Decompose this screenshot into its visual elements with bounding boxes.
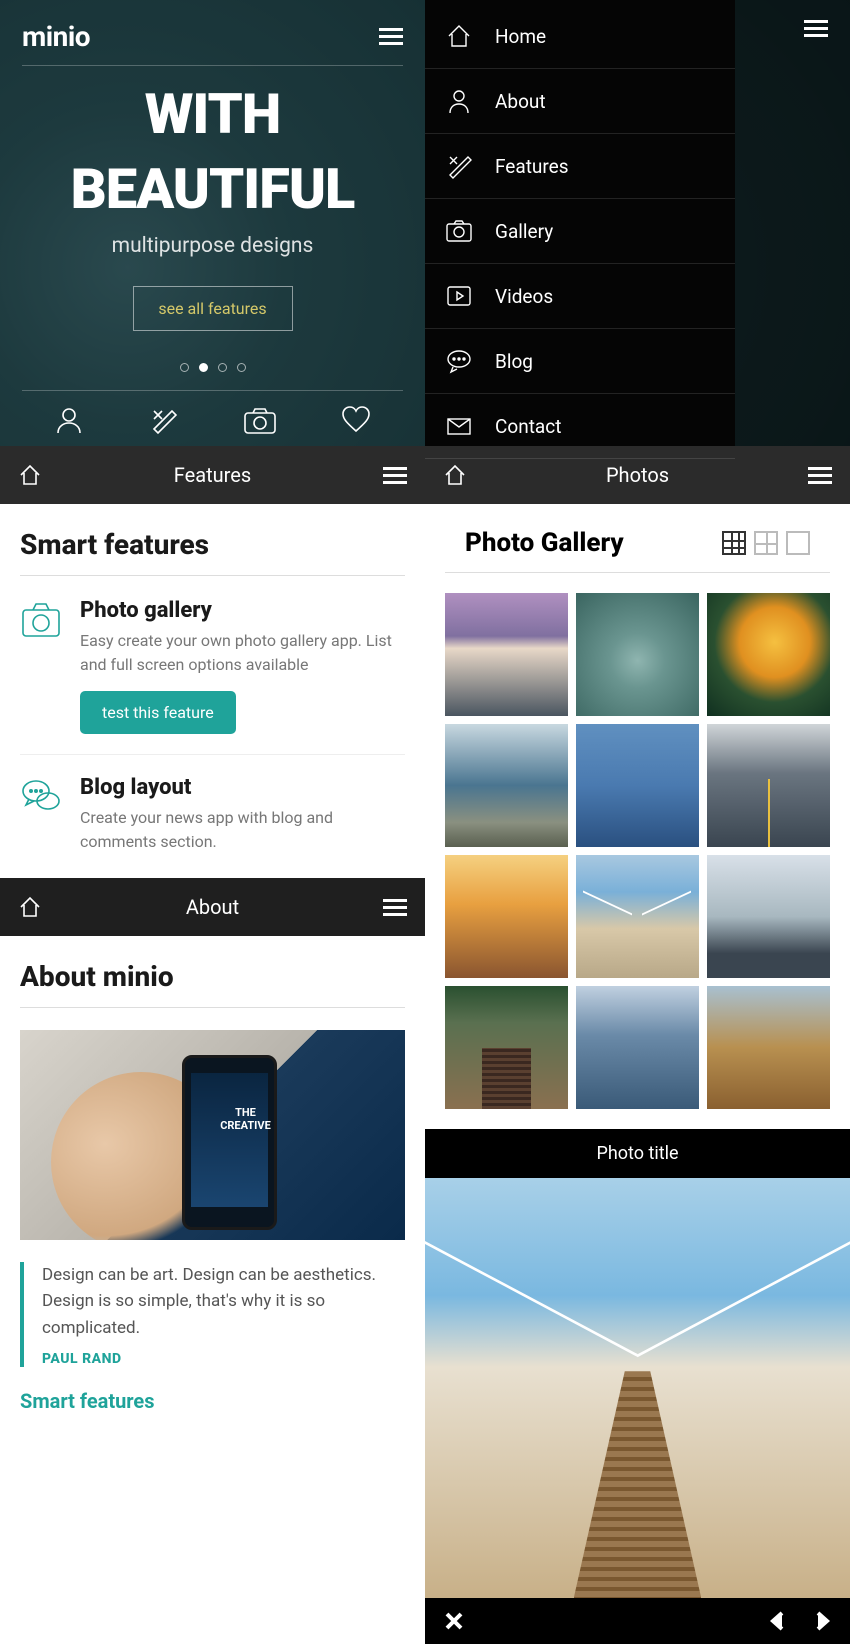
nav-home[interactable]: Home [425, 4, 735, 69]
nav-label: Home [495, 25, 546, 48]
bar-title: Features [174, 463, 251, 487]
hero-subtitle: multipurpose designs [22, 234, 403, 258]
test-feature-button[interactable]: test this feature [80, 691, 236, 734]
logo[interactable]: minio [22, 20, 90, 53]
hero-headline-1: WITH [22, 88, 403, 141]
nav-features[interactable]: Features [425, 134, 735, 199]
about-bar: About [0, 878, 425, 936]
feature-desc: Easy create your own photo gallery app. … [80, 629, 405, 677]
features-heading: Smart features [20, 528, 405, 576]
gallery-thumb[interactable] [707, 855, 830, 978]
hero-headline-2: BEAUTIFUL [22, 163, 403, 216]
home-icon[interactable] [443, 463, 467, 487]
nav-label: Gallery [495, 220, 553, 243]
quote-text: Design can be art. Design can be aesthet… [42, 1262, 405, 1341]
chevron-right-icon[interactable] [814, 1610, 832, 1632]
lightbox-title: Photo title [425, 1129, 850, 1178]
feature-title: Blog layout [80, 775, 405, 800]
gallery-thumb[interactable] [445, 724, 568, 847]
nav-videos[interactable]: Videos [425, 264, 735, 329]
hero-with-drawer: Home About Features Gallery Videos Blog … [425, 0, 850, 446]
gallery-thumb[interactable] [707, 593, 830, 716]
menu-icon[interactable] [383, 899, 407, 916]
see-features-button[interactable]: see all features [133, 286, 293, 331]
feature-title: Photo gallery [80, 598, 405, 623]
close-icon[interactable] [443, 1610, 465, 1632]
nav-label: Videos [495, 285, 553, 308]
home-icon[interactable] [18, 895, 42, 919]
feature-desc: Create your news app with blog and comme… [80, 806, 405, 854]
chevron-left-icon[interactable] [768, 1610, 786, 1632]
nav-label: About [495, 90, 546, 113]
smart-features-link[interactable]: Smart features [20, 1389, 155, 1413]
menu-icon[interactable] [804, 20, 828, 37]
grid-2-icon[interactable] [754, 531, 778, 555]
nav-label: Features [495, 155, 569, 178]
nav-gallery[interactable]: Gallery [425, 199, 735, 264]
bar-title: Photos [606, 463, 669, 487]
grid-3-icon[interactable] [722, 531, 746, 555]
gallery-thumb[interactable] [576, 986, 699, 1109]
nav-label: Blog [495, 350, 533, 373]
gallery-header: Photo Gallery [445, 504, 830, 573]
camera-icon [20, 598, 62, 640]
grid-1-icon[interactable] [786, 531, 810, 555]
bar-title: About [186, 895, 239, 919]
menu-icon[interactable] [379, 28, 403, 45]
pencil-ruler-icon[interactable] [148, 405, 178, 435]
gallery-grid [425, 573, 850, 1129]
gallery-thumb[interactable] [707, 724, 830, 847]
heart-icon[interactable] [341, 405, 371, 435]
person-icon[interactable] [54, 405, 84, 435]
nav-about[interactable]: About [425, 69, 735, 134]
nav-blog[interactable]: Blog [425, 329, 735, 394]
quote-author: PAUL RAND [42, 1351, 405, 1367]
gallery-thumb[interactable] [576, 724, 699, 847]
menu-icon[interactable] [808, 467, 832, 484]
about-image [20, 1030, 405, 1240]
home-icon[interactable] [18, 463, 42, 487]
menu-icon[interactable] [383, 467, 407, 484]
carousel-dots[interactable] [22, 363, 403, 372]
photo-lightbox: Photo title [425, 1129, 850, 1644]
hero-screen: minio WITH BEAUTIFUL multipurpose design… [0, 0, 425, 446]
feature-blog-layout: Blog layout Create your news app with bl… [20, 775, 405, 854]
gallery-thumb[interactable] [445, 855, 568, 978]
gallery-thumb[interactable] [445, 986, 568, 1109]
features-bar: Features [0, 446, 425, 504]
chat-icon [20, 775, 62, 817]
nav-contact[interactable]: Contact [425, 394, 735, 459]
nav-label: Contact [495, 415, 561, 438]
gallery-thumb[interactable] [576, 593, 699, 716]
feature-photo-gallery: Photo gallery Easy create your own photo… [20, 598, 405, 755]
about-content: About minio Design can be art. Design ca… [0, 936, 425, 1437]
gallery-thumb[interactable] [445, 593, 568, 716]
gallery-thumb[interactable] [576, 855, 699, 978]
about-heading: About minio [20, 960, 405, 1008]
features-content: Smart features Photo gallery Easy create… [0, 504, 425, 878]
nav-drawer: Home About Features Gallery Videos Blog … [425, 0, 735, 446]
quote-block: Design can be art. Design can be aesthet… [20, 1262, 405, 1367]
gallery-thumb[interactable] [707, 986, 830, 1109]
camera-icon[interactable] [243, 405, 277, 435]
gallery-heading: Photo Gallery [465, 528, 722, 558]
lightbox-image[interactable] [425, 1178, 850, 1598]
